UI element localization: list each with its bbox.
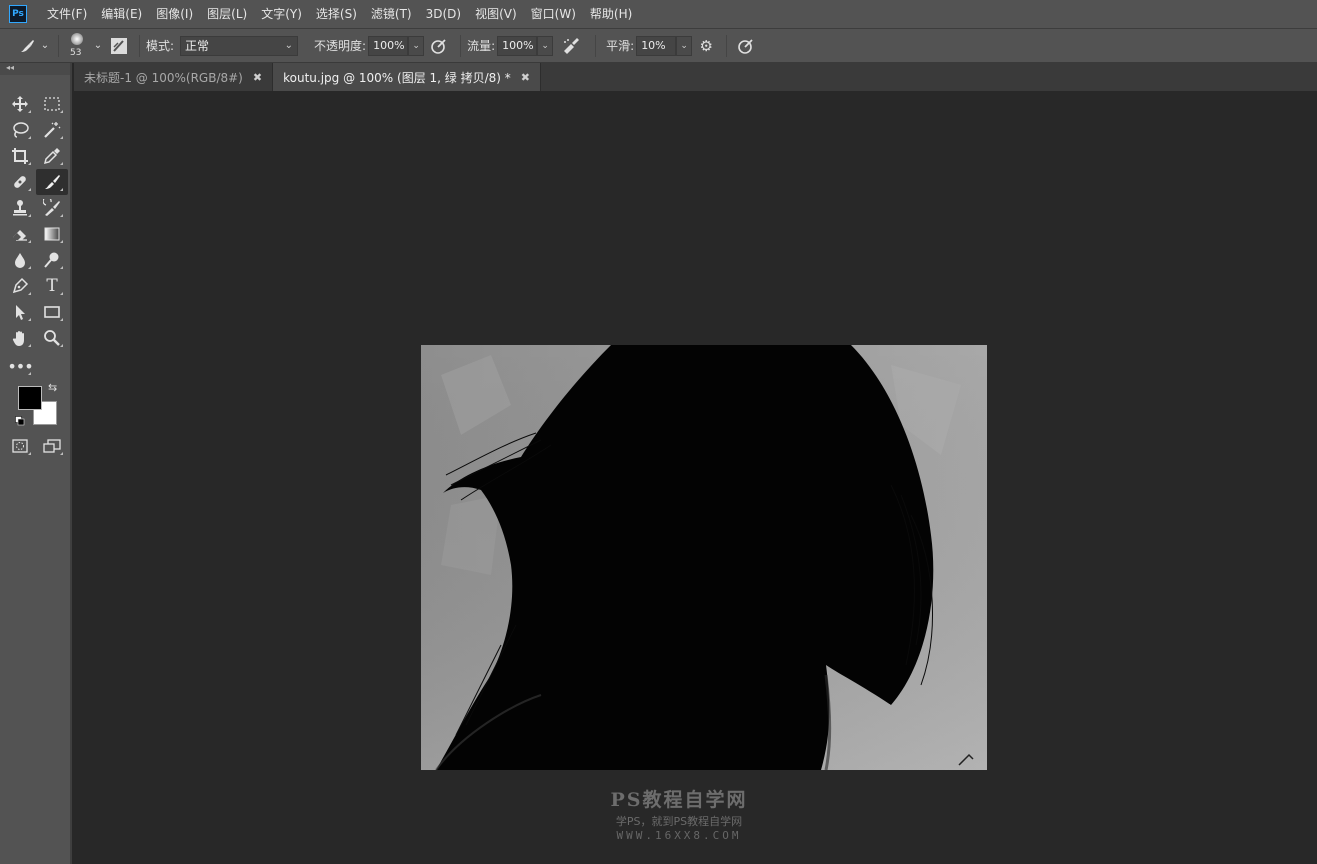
brush-size-value: 53 bbox=[70, 47, 82, 58]
clone-stamp-icon[interactable] bbox=[4, 195, 36, 221]
tool-row bbox=[4, 169, 68, 195]
photo-image bbox=[421, 345, 987, 770]
eyedropper-icon[interactable] bbox=[36, 143, 68, 169]
opacity-input[interactable]: 100% bbox=[368, 35, 409, 56]
flow-label: 流量: bbox=[467, 39, 496, 53]
tool-row bbox=[4, 195, 68, 221]
menu-3d[interactable]: 3D(D) bbox=[419, 0, 468, 28]
close-icon[interactable]: ✖ bbox=[521, 71, 530, 84]
chevron-down-icon[interactable]: ⌄ bbox=[38, 40, 52, 51]
history-brush-icon[interactable] bbox=[36, 195, 68, 221]
close-icon[interactable]: ✖ bbox=[253, 71, 262, 84]
brush-tip-icon bbox=[71, 32, 83, 45]
canvas-area[interactable]: PS教程自学网 学PS，就到PS教程自学网 WWW.16XX8.COM bbox=[74, 91, 1317, 864]
brush-size-picker[interactable]: 53 bbox=[65, 31, 91, 61]
tool-row bbox=[4, 325, 68, 351]
opacity-dropdown[interactable]: ⌄ bbox=[408, 35, 425, 56]
pen-icon[interactable] bbox=[4, 273, 36, 299]
ps-logo: Ps bbox=[9, 5, 27, 23]
rectangle-icon[interactable] bbox=[36, 299, 68, 325]
smoothing-input[interactable]: 10% bbox=[636, 35, 677, 56]
quick-mask-icon[interactable] bbox=[4, 433, 36, 459]
divider bbox=[139, 34, 140, 57]
menu-view[interactable]: 视图(V) bbox=[468, 0, 524, 28]
watermark-title: PS教程自学网 bbox=[610, 789, 748, 811]
menu-layer[interactable]: 图层(L) bbox=[200, 0, 254, 28]
brush-icon[interactable] bbox=[36, 169, 68, 195]
pressure-size-icon[interactable] bbox=[733, 37, 759, 55]
divider bbox=[595, 34, 597, 57]
healing-brush-icon[interactable] bbox=[4, 169, 36, 195]
watermark: PS教程自学网 学PS，就到PS教程自学网 WWW.16XX8.COM bbox=[594, 785, 764, 842]
tab-label: 未标题-1 @ 100%(RGB/8#) bbox=[84, 70, 243, 85]
zoom-icon[interactable] bbox=[36, 325, 68, 351]
blur-icon[interactable] bbox=[4, 247, 36, 273]
magic-wand-icon[interactable] bbox=[36, 117, 68, 143]
tool-row bbox=[4, 91, 68, 117]
document-canvas[interactable] bbox=[421, 345, 987, 770]
watermark-url: WWW.16XX8.COM bbox=[616, 829, 742, 842]
smoothing-dropdown[interactable]: ⌄ bbox=[676, 35, 693, 56]
more-tools-icon[interactable]: ••• bbox=[4, 353, 36, 379]
smoothing-label: 平滑: bbox=[606, 39, 635, 53]
menu-type[interactable]: 文字(Y) bbox=[254, 0, 309, 28]
tab-koutu[interactable]: koutu.jpg @ 100% (图层 1, 绿 拷贝/8) * ✖ bbox=[273, 63, 541, 91]
gradient-icon[interactable] bbox=[36, 221, 68, 247]
mode-label: 模式: bbox=[146, 39, 175, 53]
lasso-icon[interactable] bbox=[4, 117, 36, 143]
menu-edit[interactable]: 编辑(E) bbox=[94, 0, 149, 28]
tab-untitled[interactable]: 未标题-1 @ 100%(RGB/8#) ✖ bbox=[74, 63, 274, 91]
divider bbox=[58, 34, 59, 57]
tool-row: ••• bbox=[4, 353, 68, 379]
swap-colors-icon[interactable]: ⇆ bbox=[48, 381, 57, 394]
screen-mode-icon[interactable] bbox=[36, 433, 68, 459]
mode-value: 正常 bbox=[185, 38, 210, 53]
hand-icon[interactable] bbox=[4, 325, 36, 351]
menu-select[interactable]: 选择(S) bbox=[309, 0, 364, 28]
gear-icon[interactable]: ⚙ bbox=[692, 37, 720, 55]
tool-row bbox=[4, 299, 68, 325]
tools-panel: ◂◂ T ••• ⇆ bbox=[0, 63, 72, 864]
divider bbox=[460, 34, 462, 57]
divider bbox=[726, 34, 728, 57]
menu-bar: Ps 文件(F) 编辑(E) 图像(I) 图层(L) 文字(Y) 选择(S) 滤… bbox=[0, 0, 1317, 28]
tool-row bbox=[4, 117, 68, 143]
tab-label: koutu.jpg @ 100% (图层 1, 绿 拷贝/8) * bbox=[283, 70, 511, 85]
marquee-icon[interactable] bbox=[36, 91, 68, 117]
document-tabs: 未标题-1 @ 100%(RGB/8#) ✖ koutu.jpg @ 100% … bbox=[74, 63, 1317, 91]
flow-input[interactable]: 100% bbox=[497, 35, 538, 56]
crop-icon[interactable] bbox=[4, 143, 36, 169]
options-bar: ⌄ 53 ⌄ 模式: 正常 ⌄ 不透明度: 100% ⌄ 流量: 100% ⌄ … bbox=[0, 28, 1317, 63]
tool-row bbox=[4, 221, 68, 247]
foreground-color-swatch[interactable] bbox=[18, 386, 42, 410]
flow-dropdown[interactable]: ⌄ bbox=[537, 35, 554, 56]
default-colors-icon[interactable] bbox=[15, 416, 25, 429]
brush-settings-icon[interactable] bbox=[105, 37, 133, 55]
menu-window[interactable]: 窗口(W) bbox=[524, 0, 583, 28]
path-select-icon[interactable] bbox=[4, 299, 36, 325]
tool-row: T bbox=[4, 273, 68, 299]
pressure-opacity-icon[interactable] bbox=[424, 37, 454, 55]
menu-help[interactable]: 帮助(H) bbox=[583, 0, 639, 28]
eraser-icon[interactable] bbox=[4, 221, 36, 247]
menu-filter[interactable]: 滤镜(T) bbox=[364, 0, 419, 28]
move-icon[interactable] bbox=[4, 91, 36, 117]
photoshop-window: Ps 文件(F) 编辑(E) 图像(I) 图层(L) 文字(Y) 选择(S) 滤… bbox=[0, 0, 1317, 864]
opacity-label: 不透明度: bbox=[314, 39, 367, 53]
collapse-icon[interactable]: ◂◂ bbox=[0, 63, 70, 75]
chevron-down-icon: ⌄ bbox=[284, 39, 294, 51]
watermark-subtitle: 学PS，就到PS教程自学网 bbox=[615, 815, 743, 828]
dodge-icon[interactable] bbox=[36, 247, 68, 273]
type-icon[interactable]: T bbox=[36, 273, 68, 299]
tool-row bbox=[4, 433, 68, 459]
brush-preset-icon[interactable] bbox=[16, 38, 38, 54]
airbrush-icon[interactable] bbox=[553, 37, 589, 55]
menu-image[interactable]: 图像(I) bbox=[149, 0, 200, 28]
menu-file[interactable]: 文件(F) bbox=[40, 0, 94, 28]
tool-row bbox=[4, 247, 68, 273]
chevron-down-icon[interactable]: ⌄ bbox=[91, 40, 105, 51]
tool-row bbox=[4, 143, 68, 169]
mode-select[interactable]: 正常 ⌄ bbox=[180, 35, 299, 56]
